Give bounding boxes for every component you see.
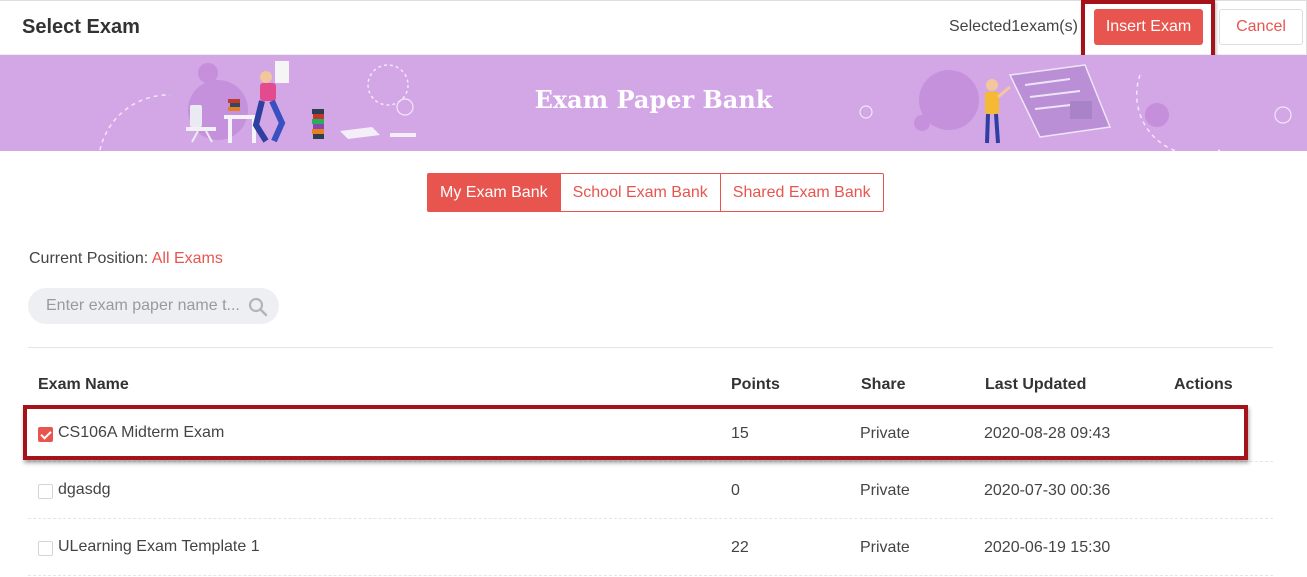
exam-name: ULearning Exam Template 1 — [58, 538, 260, 555]
column-header-points: Points — [731, 376, 780, 393]
selected-count: Selected1exam(s) — [949, 18, 1078, 35]
exam-share: Private — [860, 425, 910, 442]
column-header-exam-name: Exam Name — [38, 376, 129, 393]
exam-bank-tabs: My Exam Bank School Exam Bank Shared Exa… — [427, 173, 884, 212]
column-header-actions: Actions — [1174, 376, 1233, 393]
column-header-share: Share — [861, 376, 906, 393]
breadcrumb: Current Position: All Exams — [29, 250, 223, 268]
exam-share: Private — [860, 539, 910, 556]
exam-last-updated: 2020-06-19 15:30 — [984, 539, 1111, 556]
exam-points: 22 — [731, 539, 749, 556]
tab-shared-exam-bank[interactable]: Shared Exam Bank — [720, 173, 884, 212]
exam-name: CS106A Midterm Exam — [58, 424, 225, 441]
header-bar: Select Exam Selected1exam(s) Insert Exam… — [0, 0, 1307, 55]
exam-points: 15 — [731, 425, 749, 442]
exam-points: 0 — [731, 482, 740, 499]
insert-exam-button[interactable]: Insert Exam — [1094, 9, 1203, 45]
search-box — [28, 288, 279, 324]
breadcrumb-label: Current Position: — [29, 250, 149, 267]
exam-last-updated: 2020-08-28 09:43 — [984, 425, 1111, 442]
table-row[interactable]: CS106A Midterm Exam 15 Private 2020-08-2… — [28, 405, 1273, 462]
banner-title: Exam Paper Bank — [534, 85, 773, 114]
page-title: Select Exam — [22, 16, 140, 38]
divider — [28, 347, 1273, 348]
row-checkbox[interactable] — [38, 541, 53, 556]
tab-school-exam-bank[interactable]: School Exam Bank — [560, 173, 721, 212]
search-icon[interactable] — [248, 297, 268, 317]
exam-share: Private — [860, 482, 910, 499]
breadcrumb-all-exams-link[interactable]: All Exams — [152, 250, 223, 267]
table-row[interactable]: ULearning Exam Template 1 22 Private 202… — [28, 519, 1273, 576]
table-row[interactable]: dgasdg 0 Private 2020-07-30 00:36 — [28, 462, 1273, 519]
exam-name: dgasdg — [58, 481, 111, 498]
column-header-last-updated: Last Updated — [985, 376, 1087, 393]
row-checkbox[interactable] — [38, 427, 53, 442]
row-checkbox[interactable] — [38, 484, 53, 499]
tab-my-exam-bank[interactable]: My Exam Bank — [427, 173, 561, 212]
search-input[interactable] — [46, 296, 242, 316]
banner: Exam Paper Bank — [0, 55, 1307, 151]
exam-last-updated: 2020-07-30 00:36 — [984, 482, 1111, 499]
cancel-button[interactable]: Cancel — [1219, 9, 1303, 45]
